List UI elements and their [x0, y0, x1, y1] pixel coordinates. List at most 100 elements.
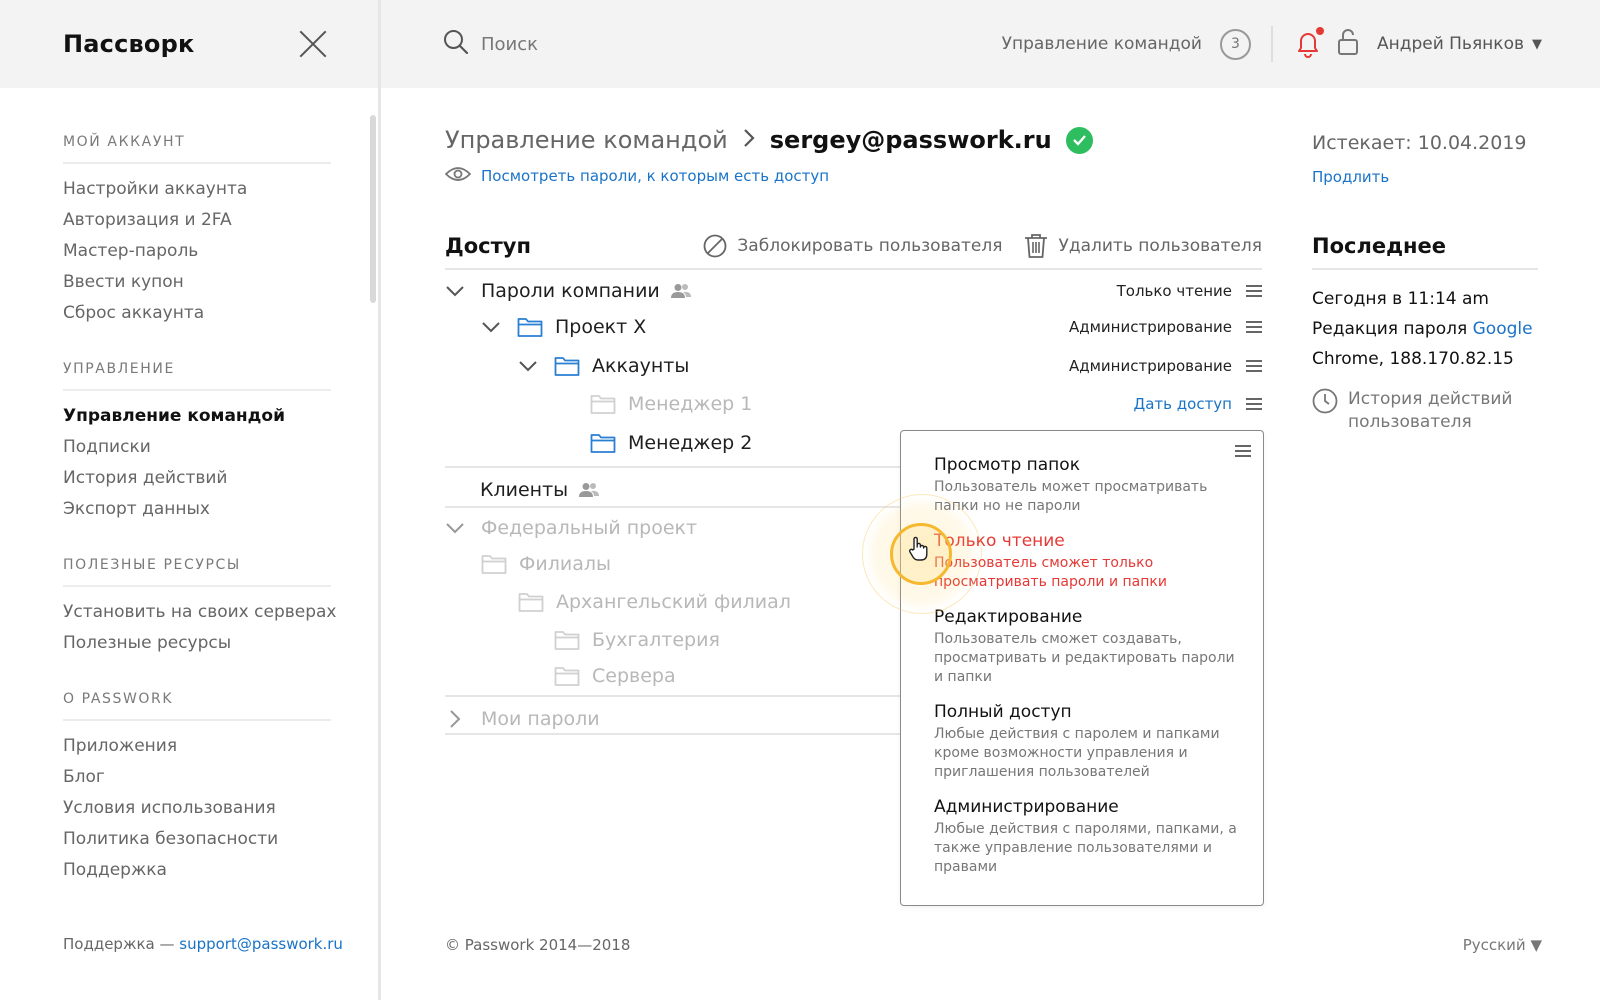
chevron-down-icon[interactable]: ▼ — [1532, 37, 1542, 52]
support-footer: Поддержка — support@passwork.ru — [63, 935, 343, 953]
divider — [445, 506, 905, 508]
google-link[interactable]: Google — [1473, 319, 1533, 339]
last-activity-title: Последнее — [1312, 224, 1538, 270]
delete-user-button[interactable]: Удалить пользователя — [1024, 233, 1262, 259]
user-history-label: История действий пользователя — [1348, 389, 1513, 432]
sidebar-item-account-settings[interactable]: Настройки аккаунта — [63, 174, 331, 205]
tree-row-project-x[interactable]: Проект X Администрирование — [445, 309, 1262, 345]
search-input[interactable] — [481, 33, 781, 55]
block-icon — [704, 234, 727, 258]
sidebar-item-blog[interactable]: Блог — [63, 762, 331, 793]
topbar: Управление командой 3 Андрей Пьянков ▼ — [381, 0, 1600, 88]
permission-control: Администрирование — [1069, 318, 1262, 336]
sidebar-item-subscriptions[interactable]: Подписки — [63, 432, 331, 463]
tree-label: Менеджер 1 — [628, 393, 753, 415]
sidebar-item-apps[interactable]: Приложения — [63, 731, 331, 762]
bell-icon[interactable] — [1295, 27, 1324, 58]
permission-option-full-access[interactable]: Полный доступ Любые действия с паролем и… — [934, 702, 1244, 782]
sidebar-item-self-hosted[interactable]: Установить на своих серверах — [63, 597, 337, 628]
tree-label: Архангельский филиал — [556, 591, 791, 613]
menu-icon[interactable] — [1246, 398, 1262, 410]
support-email-link[interactable]: support@passwork.ru — [179, 935, 343, 953]
permission-option-view-folders[interactable]: Просмотр папок Пользователь может просма… — [934, 455, 1244, 516]
team-count-badge[interactable]: 3 — [1219, 28, 1251, 60]
divider — [1270, 26, 1273, 62]
sidebar-item-auth-2fa[interactable]: Авторизация и 2FA — [63, 205, 331, 236]
view-passwords-label: Посмотреть пароли, к которым есть доступ — [481, 167, 830, 185]
sidebar-item-reset-account[interactable]: Сброс аккаунта — [63, 298, 331, 329]
option-desc: Пользователь может просматривать папки н… — [934, 479, 1208, 514]
verified-check-icon — [1065, 126, 1093, 154]
tree-label: Аккаунты — [592, 355, 690, 377]
permission-option-admin[interactable]: Администрирование Любые действия с парол… — [934, 797, 1244, 877]
chevron-right-icon — [742, 128, 756, 152]
group-icon — [578, 482, 600, 498]
last-activity-text: Сегодня в 11:14 am Редакция пароля Googl… — [1312, 284, 1552, 374]
search-icon[interactable] — [443, 29, 469, 59]
tree-label: Проект X — [555, 316, 647, 338]
tree-label: Сервера — [592, 665, 676, 687]
permission-label[interactable]: Администрирование — [1069, 318, 1232, 336]
clock-icon — [1312, 388, 1338, 414]
option-title: Полный доступ — [934, 702, 1072, 722]
sidebar-item-master-password[interactable]: Мастер-пароль — [63, 236, 331, 267]
tree-label: Менеджер 2 — [628, 432, 753, 454]
user-menu[interactable]: Андрей Пьянков — [1377, 34, 1524, 54]
expires-date: Истекает: 10.04.2019 — [1312, 132, 1527, 154]
view-passwords-link[interactable]: Посмотреть пароли, к которым есть доступ — [444, 166, 830, 186]
divider — [445, 733, 905, 735]
grant-access-link[interactable]: Дать доступ — [1134, 395, 1232, 413]
tree-label: Пароли компании — [481, 280, 660, 302]
language-selector[interactable]: Русский ▼ — [1463, 936, 1542, 954]
sidebar-item-support[interactable]: Поддержка — [63, 855, 331, 886]
sidebar-item-data-export[interactable]: Экспорт данных — [63, 494, 331, 525]
chevron-down-icon[interactable] — [445, 285, 465, 297]
sidebar-item-action-history[interactable]: История действий — [63, 463, 331, 494]
sidebar: Пассворк МОЙ АККАУНТ Настройки аккаунта … — [0, 0, 381, 1000]
sidebar-item-resources[interactable]: Полезные ресурсы — [63, 628, 331, 659]
delete-user-label: Удалить пользователя — [1058, 236, 1262, 256]
sidebar-item-team-management[interactable]: Управление командой — [63, 401, 331, 432]
folder-icon — [590, 393, 616, 415]
last-activity-action: Редакция пароля Google — [1312, 314, 1552, 344]
close-icon[interactable] — [298, 29, 328, 59]
unlock-icon[interactable] — [1337, 28, 1359, 60]
sidebar-header: Пассворк — [0, 0, 378, 88]
chevron-down-icon[interactable] — [518, 360, 538, 372]
sidebar-item-coupon[interactable]: Ввести купон — [63, 267, 331, 298]
last-activity-client: Chrome, 188.170.82.15 — [1312, 349, 1514, 369]
permission-control: Администрирование — [1069, 357, 1262, 375]
section-my-account: МОЙ АККАУНТ Настройки аккаунта Авторизац… — [0, 134, 378, 329]
menu-icon[interactable] — [1246, 321, 1262, 333]
chevron-right-icon[interactable] — [445, 709, 465, 729]
user-history-link[interactable]: История действий пользователя — [1312, 388, 1538, 434]
team-management-link[interactable]: Управление командой — [1002, 34, 1202, 54]
sidebar-item-terms[interactable]: Условия использования — [63, 793, 331, 824]
sidebar-item-security-policy[interactable]: Политика безопасности — [63, 824, 331, 855]
chevron-down-icon[interactable] — [481, 321, 501, 333]
tree-row-company-passwords[interactable]: Пароли компании Только чтение — [445, 273, 1262, 309]
tree-row-manager-1[interactable]: Менеджер 1 Дать доступ — [445, 386, 1262, 422]
tree-row-accounts[interactable]: Аккаунты Администрирование — [445, 348, 1262, 384]
renew-link[interactable]: Продлить — [1312, 168, 1389, 186]
block-user-button[interactable]: Заблокировать пользователя — [703, 234, 1002, 258]
divider — [445, 695, 905, 697]
tree-label: Филиалы — [519, 553, 611, 575]
breadcrumb-parent[interactable]: Управление командой — [445, 126, 728, 154]
last-activity-time: Сегодня в 11:14 am — [1312, 289, 1489, 309]
tree-label: Бухгалтерия — [592, 629, 720, 651]
menu-icon[interactable] — [1246, 360, 1262, 372]
copyright: © Passwork 2014—2018 — [445, 936, 631, 954]
option-desc: Любые действия с паролем и папками кроме… — [934, 726, 1220, 780]
tree-label: Федеральный проект — [481, 517, 698, 539]
menu-icon[interactable] — [1246, 285, 1262, 297]
permission-label[interactable]: Администрирование — [1069, 357, 1232, 375]
permission-label[interactable]: Только чтение — [1117, 282, 1232, 300]
sidebar-scrollbar[interactable] — [370, 115, 376, 303]
permission-option-edit[interactable]: Редактирование Пользователь сможет созда… — [934, 607, 1244, 687]
folder-icon — [590, 432, 616, 454]
permission-control: Только чтение — [1117, 282, 1262, 300]
folder-icon — [554, 355, 580, 377]
block-user-label: Заблокировать пользователя — [737, 236, 1003, 256]
chevron-down-icon[interactable] — [445, 522, 465, 534]
